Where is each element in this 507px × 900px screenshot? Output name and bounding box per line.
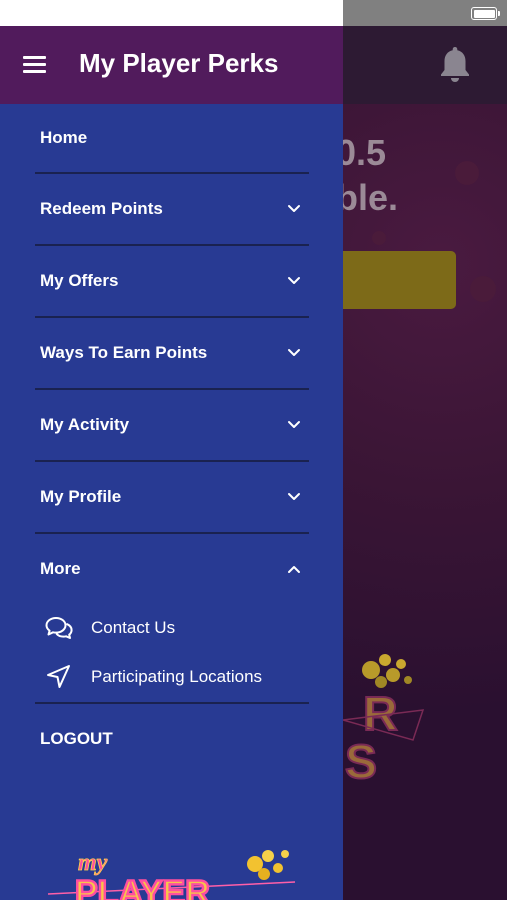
logout-label: LOGOUT <box>40 729 113 748</box>
logout-button[interactable]: LOGOUT <box>0 709 343 769</box>
chevron-up-icon <box>288 566 300 573</box>
bell-icon[interactable] <box>439 45 471 83</box>
menu-divider <box>35 244 309 246</box>
menu-divider <box>35 702 309 704</box>
menu-item-redeem-points[interactable]: Redeem Points <box>0 179 343 239</box>
chevron-down-icon <box>288 493 300 500</box>
drawer-header: My Player Perks <box>0 26 343 104</box>
svg-text:my: my <box>78 850 108 876</box>
chevron-down-icon <box>288 349 300 356</box>
menu-divider <box>35 460 309 462</box>
my-player-logo: my PLAYER <box>47 850 296 900</box>
menu-item-ways-to-earn-points[interactable]: Ways To Earn Points <box>0 323 343 383</box>
menu-item-label: Redeem Points <box>40 199 163 218</box>
submenu-item-contact-us[interactable]: Contact Us <box>0 608 343 648</box>
menu-item-my-activity[interactable]: My Activity <box>0 395 343 455</box>
menu-divider <box>35 532 309 534</box>
menu-item-home[interactable]: Home <box>0 108 343 168</box>
svg-text:PLAYER: PLAYER <box>75 874 210 900</box>
menu-item-label: My Offers <box>40 271 119 290</box>
background-headline-fragment: 0.5 <box>336 132 387 173</box>
menu-item-label: My Activity <box>40 415 130 434</box>
chevron-down-icon <box>288 421 300 428</box>
chevron-down-icon <box>288 277 300 284</box>
navigation-drawer: My Player Perks Home Redeem Points My Of… <box>0 26 343 900</box>
hamburger-menu-icon[interactable] <box>23 56 46 73</box>
menu-item-more[interactable]: More <box>0 539 343 599</box>
background-button <box>343 251 456 309</box>
menu-divider <box>35 172 309 174</box>
app-title: My Player Perks <box>79 48 279 78</box>
chevron-down-icon <box>288 205 300 212</box>
menu-item-label: Home <box>40 128 88 147</box>
menu-item-label: My Profile <box>40 487 122 506</box>
menu-item-my-profile[interactable]: My Profile <box>0 467 343 527</box>
submenu-item-label: Contact Us <box>91 618 176 637</box>
status-bar <box>0 0 507 26</box>
background-content <box>343 104 507 900</box>
menu-item-label: More <box>40 559 81 578</box>
location-arrow-icon <box>47 665 70 688</box>
background-logo-fragment-icon: R S <box>343 654 425 780</box>
background-header <box>343 26 507 104</box>
menu-item-label: Ways To Earn Points <box>40 343 208 362</box>
menu-divider <box>35 316 309 318</box>
background-headline-fragment: ble. <box>336 177 399 218</box>
menu-item-my-offers[interactable]: My Offers <box>0 251 343 311</box>
svg-text:S: S <box>345 736 377 780</box>
submenu-item-label: Participating Locations <box>91 667 263 686</box>
chat-bubbles-icon <box>45 617 73 639</box>
battery-icon <box>471 7 500 20</box>
submenu-item-participating-locations[interactable]: Participating Locations <box>0 657 343 697</box>
menu-divider <box>35 388 309 390</box>
